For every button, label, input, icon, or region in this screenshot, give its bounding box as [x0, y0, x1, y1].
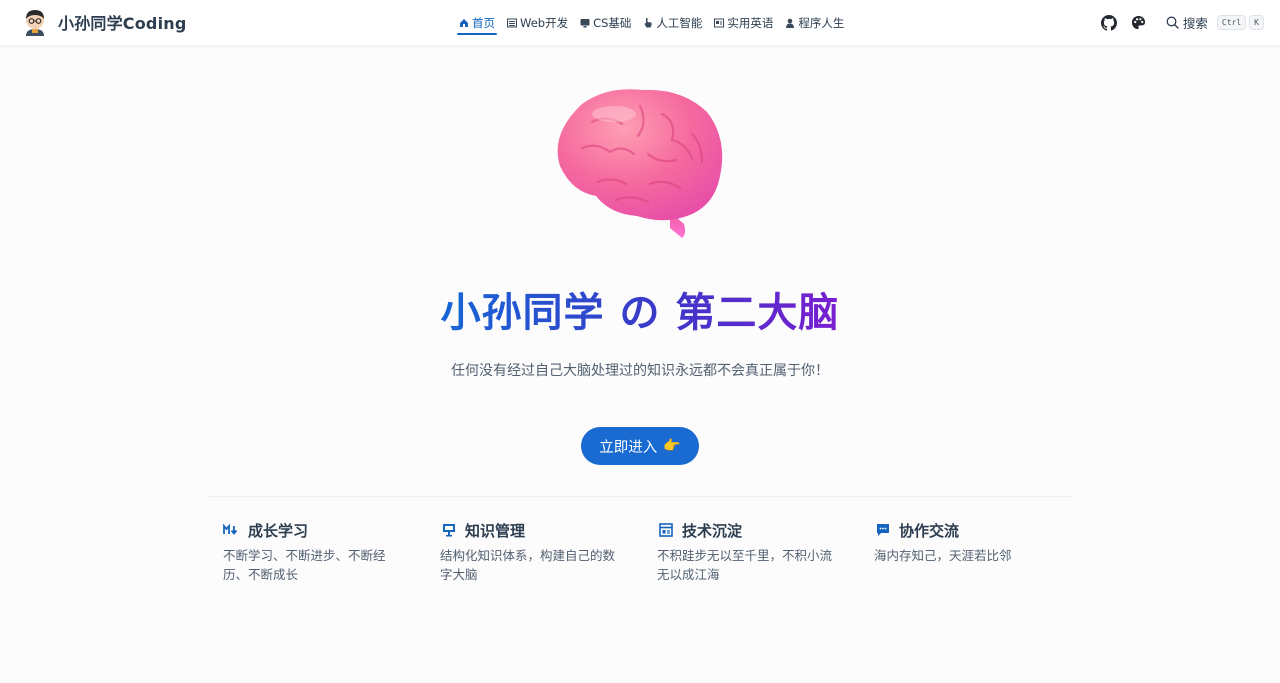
- feature-description: 结构化知识体系，构建自己的数字大脑: [440, 548, 616, 582]
- feature-description: 海内存知己，天涯若比邻: [874, 548, 1012, 563]
- nav-life[interactable]: 程序人生: [781, 0, 848, 45]
- feature-title: 成长学习: [248, 521, 309, 540]
- hero-tagline: 任何没有经过自己大脑处理过的知识永远都不会真正属于你！: [451, 363, 829, 379]
- nav-web-label: Web开发: [520, 15, 569, 30]
- github-link[interactable]: [1098, 12, 1120, 34]
- feature-card: 成长学习 不断学习、不断进步、不断经历、不断成长: [223, 518, 440, 584]
- shortcut-key-ctrl: Ctrl: [1216, 15, 1247, 30]
- feature-title: 知识管理: [465, 521, 526, 540]
- chat-icon: [874, 522, 891, 538]
- nav-web[interactable]: Web开发: [503, 0, 572, 45]
- nav-cs-label: CS基础: [593, 15, 632, 30]
- hero-title-text: 小孙同学 の 第二大脑: [440, 290, 840, 336]
- feature-description: 不积跬步无以至千里，不积小流无以成江海: [657, 548, 833, 582]
- search-label: 搜索: [1182, 16, 1208, 31]
- user-icon: [785, 18, 795, 28]
- search-button[interactable]: 搜索 Ctrl K: [1166, 13, 1264, 32]
- palette-icon: [1132, 15, 1146, 30]
- nav-life-label: 程序人生: [798, 15, 845, 30]
- top-navbar: 小孙同学Coding 首页 Web开发 CS基础 人工智能 实用英语 程序人生 …: [0, 0, 1280, 45]
- shortcut-key-k: K: [1249, 15, 1264, 30]
- presentation-icon: [440, 522, 457, 538]
- nav-home[interactable]: 首页: [455, 0, 499, 45]
- pointing-hand-icon: 👉: [663, 438, 681, 454]
- enter-button[interactable]: 立即进入 👉: [581, 427, 699, 465]
- features-section: 成长学习 不断学习、不断进步、不断经历、不断成长 知识管理 结构化知识体系，构建…: [223, 518, 1093, 584]
- feature-description: 不断学习、不断进步、不断经历、不断成长: [223, 548, 386, 582]
- home-icon: [459, 18, 469, 28]
- nav-english[interactable]: 实用英语: [710, 0, 777, 45]
- feature-card: 知识管理 结构化知识体系，构建自己的数字大脑: [440, 518, 657, 584]
- nav-cs[interactable]: CS基础: [576, 0, 635, 45]
- markdown-icon: [223, 522, 240, 538]
- avatar-logo-icon: [26, 10, 44, 36]
- nav-actions: 搜索 Ctrl K: [1098, 0, 1264, 45]
- hero-title: 小孙同学 の 第二大脑: [0, 280, 1280, 338]
- brand-link[interactable]: 小孙同学Coding: [22, 8, 187, 36]
- feature-card: 协作交流 海内存知己，天涯若比邻: [874, 518, 1091, 584]
- nav-home-label: 首页: [472, 15, 495, 30]
- nav-ai[interactable]: 人工智能: [639, 0, 706, 45]
- github-icon: [1100, 14, 1117, 31]
- enter-button-label: 立即进入: [599, 439, 658, 456]
- feature-title: 协作交流: [899, 521, 960, 540]
- nav-english-label: 实用英语: [727, 15, 774, 30]
- theme-toggle-button[interactable]: [1128, 12, 1150, 34]
- brand-name: 小孙同学Coding: [58, 14, 187, 33]
- layout-icon: [657, 522, 674, 538]
- nav-ai-label: 人工智能: [656, 15, 703, 30]
- feature-title: 技术沉淀: [682, 521, 743, 540]
- hand-icon: [643, 17, 653, 28]
- brain-hero-image: [557, 89, 723, 238]
- main-nav: 首页 Web开发 CS基础 人工智能 实用英语 程序人生: [455, 0, 852, 45]
- feature-card: 技术沉淀 不积跬步无以至千里，不积小流无以成江海: [657, 518, 874, 584]
- search-icon: [1166, 16, 1179, 29]
- book-icon: [714, 18, 725, 28]
- section-divider: [207, 496, 1073, 497]
- monitor-icon: [580, 18, 590, 28]
- list-icon: [507, 18, 517, 28]
